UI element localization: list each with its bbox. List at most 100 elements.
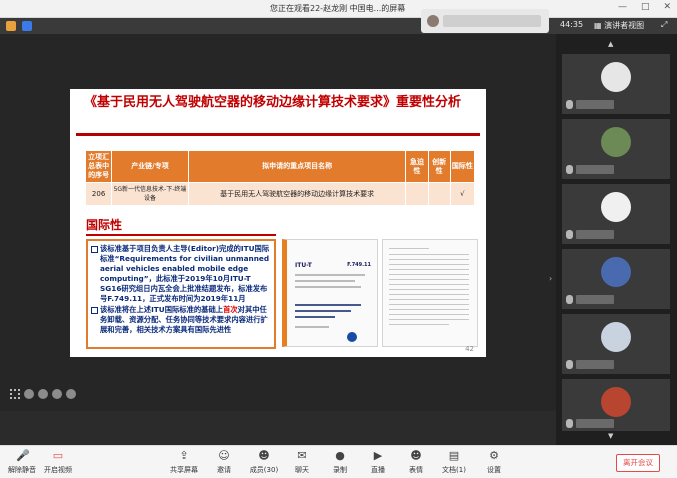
- document-title-line: [295, 310, 351, 312]
- participant-avatar: [601, 387, 631, 417]
- participant-avatar: [601, 62, 631, 92]
- itu-standard-document: ITU-T F.749.11: [282, 239, 478, 347]
- chevron-up-icon[interactable]: ▲: [608, 40, 613, 48]
- record-button[interactable]: ● 录制: [320, 450, 360, 475]
- table-header: 拟申请的重点项目名称: [187, 150, 407, 183]
- invite-label: 邀请: [217, 466, 231, 474]
- live-icon: ▶: [373, 449, 383, 462]
- chat-button[interactable]: ✉ 聊天: [282, 450, 322, 475]
- documents-button[interactable]: ▤ 文档(1): [434, 450, 474, 475]
- meeting-control-bar: 🎤 解除静音 ▭ 开启视频 ⇪ 共享屏幕 ☺ 邀请 ☻ 成员(30) ✉ 聊天 …: [0, 445, 677, 478]
- panel-toggle-icon[interactable]: ›: [549, 274, 552, 283]
- record-label: 录制: [333, 466, 347, 474]
- record-icon: ●: [335, 449, 345, 462]
- reactions-button[interactable]: ☻ 表情: [396, 450, 436, 475]
- live-label: 直播: [371, 466, 385, 474]
- toc-line: [389, 294, 469, 295]
- layout-view-button[interactable]: ▦ 演讲者视图: [594, 20, 644, 31]
- participant-avatar: [601, 322, 631, 352]
- participant-tile[interactable]: [562, 54, 670, 114]
- collapse-icon[interactable]: [66, 389, 76, 399]
- participant-tile[interactable]: [562, 314, 670, 374]
- zoom-in-icon[interactable]: [38, 389, 48, 399]
- participant-gallery: ▲ ▼: [556, 34, 677, 445]
- participant-avatar: [601, 257, 631, 287]
- document-text-line: [295, 274, 365, 276]
- bullet-item: 该标准将在上述ITU国际标准的基础上首次对其中任务卸载、资源分配、任务协同等技术…: [91, 305, 270, 335]
- toc-line: [389, 259, 469, 260]
- live-button[interactable]: ▶ 直播: [358, 450, 398, 475]
- maximize-button[interactable]: □: [641, 2, 650, 12]
- reactions-label: 表情: [409, 466, 423, 474]
- camera-off-icon: ▭: [52, 449, 64, 462]
- microphone-muted-icon: 🎤: [16, 449, 30, 462]
- document-text-line: [295, 286, 361, 288]
- participant-name-redacted: [576, 360, 614, 369]
- document-icon: ▤: [448, 449, 460, 462]
- settings-button[interactable]: ⚙ 设置: [474, 450, 514, 475]
- toc-line: [389, 279, 469, 280]
- meeting-timer: 44:35: [560, 20, 584, 29]
- window-title: 您正在观看22-赵龙刚 中国电...的屏幕: [270, 4, 406, 13]
- shield-icon[interactable]: [22, 21, 32, 31]
- mic-icon: [566, 230, 573, 239]
- participant-tile[interactable]: [562, 184, 670, 244]
- leave-meeting-button[interactable]: 离开会议: [616, 454, 660, 472]
- participants-icon: ☻: [258, 449, 270, 462]
- bullet-highlight: 首次: [223, 305, 238, 314]
- participant-name-redacted: [576, 230, 614, 239]
- toc-line: [389, 269, 469, 270]
- zoom-out-icon[interactable]: [24, 389, 34, 399]
- toc-line: [389, 289, 469, 290]
- mic-icon: [566, 360, 573, 369]
- presentation-slide: 《基于民用无人驾驶航空器的移动边缘计算技术要求》重要性分析 立项汇总表中的序号 …: [70, 89, 486, 357]
- close-button[interactable]: ✕: [663, 2, 671, 12]
- documents-label: 文档(1): [442, 466, 466, 474]
- participant-name-redacted: [576, 419, 614, 428]
- table-header: 国际性: [449, 150, 476, 183]
- chat-label: 聊天: [295, 466, 309, 474]
- participant-tile[interactable]: [562, 119, 670, 179]
- speaker-name-redacted: [443, 15, 541, 27]
- document-org: ITU-T: [295, 262, 312, 269]
- unmute-button[interactable]: 🎤 解除静音: [2, 450, 42, 475]
- meeting-app: 您正在观看22-赵龙刚 中国电...的屏幕 — □ ✕ 44:35 ▦ 演讲者视…: [0, 0, 677, 478]
- share-screen-icon: ⇪: [179, 449, 189, 462]
- itu-logo-icon: [347, 332, 357, 342]
- window-title-bar: 您正在观看22-赵龙刚 中国电...的屏幕 — □ ✕: [0, 0, 677, 18]
- chat-icon: ✉: [297, 449, 307, 462]
- bullet-box: 该标准基于项目负责人主导(Editor)完成的ITU国际标准“Requireme…: [86, 239, 276, 349]
- table-header: 创新性: [427, 150, 451, 183]
- share-screen-button[interactable]: ⇪ 共享屏幕: [164, 450, 204, 475]
- info-icon[interactable]: [6, 21, 16, 31]
- table-cell: √: [449, 182, 476, 206]
- table-header: 急迫性: [405, 150, 429, 183]
- participant-tile[interactable]: [562, 249, 670, 309]
- participants-button[interactable]: ☻ 成员(30): [244, 450, 284, 475]
- participant-avatar: [601, 127, 631, 157]
- document-text-line: [295, 326, 329, 328]
- grid-icon[interactable]: [10, 389, 20, 399]
- participant-name-redacted: [576, 165, 614, 174]
- view-controls: [10, 389, 76, 399]
- project-table: 立项汇总表中的序号 产业链/专项 拟申请的重点项目名称 急迫性 创新性 国际性 …: [84, 150, 476, 206]
- more-options-icon[interactable]: [52, 389, 62, 399]
- toc-line: [389, 284, 469, 285]
- bullet-text: 该标准将在上述ITU国际标准的基础上: [100, 305, 224, 314]
- start-video-button[interactable]: ▭ 开启视频: [38, 450, 78, 475]
- document-title-line: [295, 304, 361, 306]
- participant-tile[interactable]: [562, 379, 670, 431]
- settings-label: 设置: [487, 466, 501, 474]
- fullscreen-icon[interactable]: ⤢: [661, 20, 667, 30]
- toc-line: [389, 274, 469, 275]
- section-underline: [86, 234, 276, 236]
- table-row: 206 5G新一代信息技术-下-终端设备 基于民用无人驾驶航空器的移动边缘计算技…: [84, 182, 476, 206]
- chevron-down-icon[interactable]: ▼: [608, 432, 613, 440]
- document-text-line: [295, 280, 355, 282]
- start-video-label: 开启视频: [44, 466, 72, 474]
- layout-view-label: 演讲者视图: [604, 21, 645, 30]
- invite-button[interactable]: ☺ 邀请: [204, 450, 244, 475]
- minimize-button[interactable]: —: [618, 2, 627, 12]
- mic-icon: [566, 100, 573, 109]
- table-header: 立项汇总表中的序号: [84, 150, 113, 183]
